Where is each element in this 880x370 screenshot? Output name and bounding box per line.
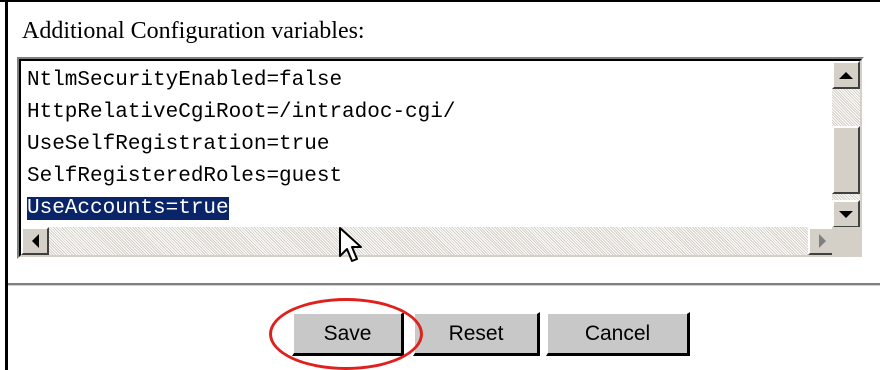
config-line-text: UseAccounts=true xyxy=(27,197,229,220)
vertical-scroll-thumb[interactable] xyxy=(832,126,860,194)
mouse-pointer-icon xyxy=(339,227,362,262)
reset-button[interactable]: Reset xyxy=(413,312,540,356)
arrow-left-icon xyxy=(31,234,39,248)
config-line[interactable]: UseSelfRegistration=true xyxy=(27,129,829,161)
horizontal-scrollbar[interactable] xyxy=(21,227,836,255)
arrow-right-icon xyxy=(818,234,826,248)
scroll-left-button[interactable] xyxy=(21,227,49,255)
scroll-down-button[interactable] xyxy=(832,200,860,228)
config-line[interactable]: HttpRelativeCgiRoot=/intradoc-cgi/ xyxy=(27,97,829,129)
cancel-button[interactable]: Cancel xyxy=(546,312,690,356)
divider xyxy=(8,283,880,286)
config-form: Additional Configuration variables: Ntlm… xyxy=(0,0,880,370)
left-border xyxy=(5,0,8,370)
textarea-content[interactable]: NtlmSecurityEnabled=false HttpRelativeCg… xyxy=(27,65,829,228)
config-variables-textarea[interactable]: NtlmSecurityEnabled=false HttpRelativeCg… xyxy=(17,57,864,259)
config-line-text: HttpRelativeCgiRoot=/intradoc-cgi/ xyxy=(27,101,456,124)
scrollbar-corner xyxy=(832,227,860,255)
config-line-text: NtlmSecurityEnabled=false xyxy=(27,69,343,92)
config-line-text: SelfRegisteredRoles=guest xyxy=(27,165,343,188)
config-line[interactable]: NtlmSecurityEnabled=false xyxy=(27,65,829,97)
vertical-scrollbar[interactable] xyxy=(832,61,860,228)
config-line-text: UseSelfRegistration=true xyxy=(27,133,330,156)
textarea-inner: NtlmSecurityEnabled=false HttpRelativeCg… xyxy=(19,59,862,257)
config-line-selected[interactable]: UseAccounts=true xyxy=(27,193,829,225)
arrow-down-icon xyxy=(839,210,853,218)
top-border xyxy=(0,0,880,2)
scroll-up-button[interactable] xyxy=(832,61,860,89)
section-label: Additional Configuration variables: xyxy=(22,18,365,44)
config-line[interactable]: SelfRegisteredRoles=guest xyxy=(27,161,829,193)
arrow-up-icon xyxy=(839,71,853,79)
save-button[interactable]: Save xyxy=(292,312,404,356)
